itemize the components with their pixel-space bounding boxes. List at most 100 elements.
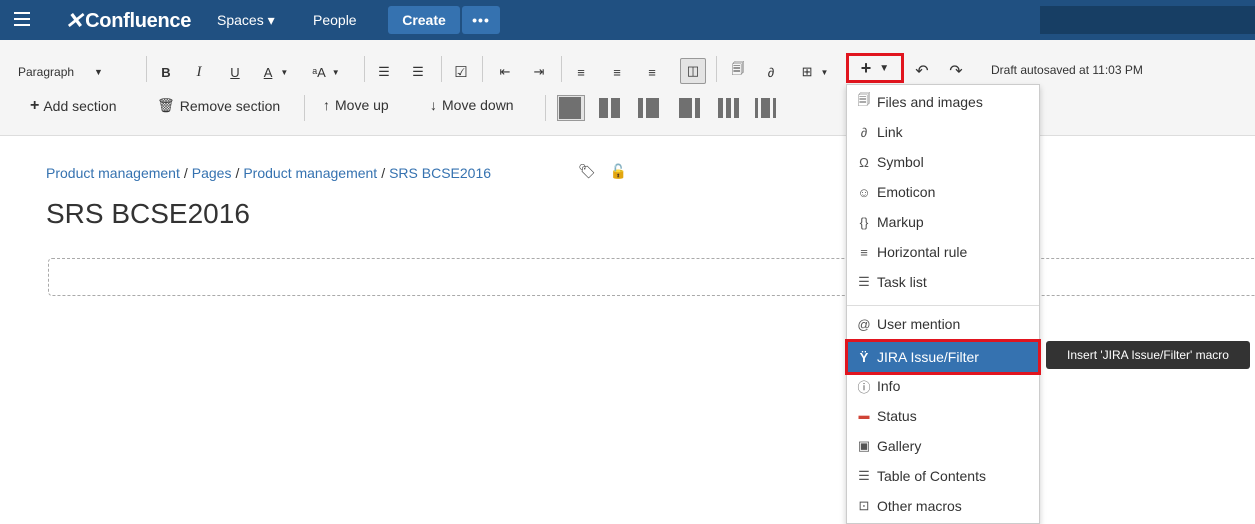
table-dropdown[interactable]: ⊞ ▼: [797, 61, 833, 83]
menu-item-emoticon[interactable]: ☺ Emoticon: [847, 178, 1039, 206]
page-layout-icon[interactable]: ◫: [680, 58, 706, 84]
layout-two-left-sidebar[interactable]: [638, 98, 659, 118]
link-icon[interactable]: ∂: [763, 61, 779, 83]
arrow-down-icon: ↓: [430, 97, 437, 113]
move-down-button[interactable]: ↓ Move down: [430, 97, 514, 113]
menu-item-other-macros[interactable]: ⊡ Other macros: [847, 492, 1039, 520]
autosave-status: Draft autosaved at 11:03 PM: [991, 63, 1143, 77]
align-center-icon[interactable]: ≡: [609, 61, 625, 83]
indent-icon[interactable]: ⇥: [531, 61, 547, 83]
breadcrumb-item[interactable]: SRS BCSE2016: [389, 165, 491, 181]
nav-people[interactable]: People: [313, 12, 357, 28]
macros-icon: ⊡: [858, 498, 870, 513]
status-icon: ▬: [858, 410, 870, 422]
editor-content-area[interactable]: [48, 258, 1255, 296]
text-color-button[interactable]: A ▼: [261, 61, 291, 83]
jira-icon: Ÿ: [859, 349, 869, 365]
menu-icon[interactable]: [14, 12, 30, 26]
menu-item-label: Symbol: [877, 154, 924, 170]
menu-item-files-images[interactable]: 🗐 Files and images: [847, 88, 1039, 116]
align-left-icon[interactable]: ≡: [573, 61, 589, 83]
remove-section-button[interactable]: 🗑 Remove section: [157, 97, 280, 114]
chevron-down-icon: ▼: [879, 62, 890, 74]
hr-icon: ≡: [860, 244, 868, 260]
menu-item-label: Link: [877, 124, 903, 140]
text-format-icon: ᵃA: [312, 64, 326, 80]
files-images-icon[interactable]: 🗐: [729, 60, 747, 82]
task-list-icon[interactable]: ☑: [453, 61, 469, 83]
menu-item-user-mention[interactable]: @ User mention: [847, 310, 1039, 338]
layout-three-sidebars[interactable]: [755, 98, 776, 118]
italic-button[interactable]: I: [191, 61, 207, 83]
layout-two-equal[interactable]: [599, 98, 620, 118]
toolbar-divider: [482, 56, 483, 82]
text-color-label: A: [263, 64, 273, 80]
paragraph-style-dropdown[interactable]: Paragraph ▼: [18, 61, 103, 83]
menu-item-horizontal-rule[interactable]: ≡ Horizontal rule: [847, 238, 1039, 266]
breadcrumb-item[interactable]: Product management: [46, 165, 180, 181]
unlock-icon[interactable]: 🔓: [610, 163, 627, 179]
add-section-button[interactable]: + Add section: [30, 97, 117, 115]
chevron-down-icon: ▼: [94, 67, 103, 77]
menu-item-table-of-contents[interactable]: ☰ Table of Contents: [847, 462, 1039, 490]
confluence-logo[interactable]: ✕ Confluence: [65, 8, 191, 34]
redo-icon[interactable]: ↷: [948, 60, 964, 82]
menu-item-label: Files and images: [877, 94, 983, 110]
breadcrumb-item[interactable]: Pages: [192, 165, 232, 181]
create-button[interactable]: Create: [388, 6, 460, 34]
menu-item-symbol[interactable]: Ω Symbol: [847, 148, 1039, 176]
menu-item-label: Emoticon: [877, 184, 936, 200]
menu-item-jira-issue-filter[interactable]: Ÿ JIRA Issue/Filter: [845, 339, 1041, 375]
omega-icon: Ω: [859, 154, 869, 170]
insert-more-content-button[interactable]: + ▼: [846, 53, 904, 83]
layout-three-equal[interactable]: [718, 98, 739, 118]
move-up-label: Move up: [335, 97, 389, 113]
at-icon: @: [857, 316, 871, 332]
undo-icon[interactable]: ↶: [914, 60, 930, 82]
align-right-icon[interactable]: ≡: [644, 61, 660, 83]
menu-item-label: User mention: [877, 316, 961, 332]
menu-item-gallery[interactable]: ▣ Gallery: [847, 432, 1039, 460]
layout-single-column[interactable]: [557, 95, 585, 121]
page-title[interactable]: SRS BCSE2016: [46, 198, 250, 230]
chevron-down-icon: ▼: [331, 67, 340, 77]
menu-item-link[interactable]: ∂ Link: [847, 118, 1039, 146]
menu-item-label: Status: [877, 408, 917, 424]
underline-button[interactable]: U: [227, 61, 243, 83]
menu-item-markup[interactable]: {} Markup: [847, 208, 1039, 236]
more-button[interactable]: •••: [462, 6, 500, 34]
nav-spaces[interactable]: Spaces ▾: [217, 12, 275, 29]
breadcrumb-item[interactable]: Product management: [243, 165, 377, 181]
bullet-list-icon[interactable]: ☰: [376, 61, 392, 83]
outdent-icon[interactable]: ⇤: [497, 61, 513, 83]
text-formatting-dropdown[interactable]: ᵃA ▼: [306, 61, 346, 83]
menu-item-label: Task list: [877, 274, 927, 290]
search-input[interactable]: [1040, 6, 1255, 34]
insert-more-content-menu: 🗐 Files and images ∂ Link Ω Symbol ☺ Emotico…: [845, 84, 1041, 524]
breadcrumb-separator: /: [183, 165, 188, 181]
paragraph-label: Paragraph: [18, 65, 75, 79]
label-tag-icon[interactable]: 🏷: [578, 163, 596, 179]
move-down-label: Move down: [442, 97, 514, 113]
plus-icon: +: [860, 57, 872, 78]
toolbar-divider: [146, 56, 147, 82]
layout-two-right-sidebar[interactable]: [679, 98, 700, 118]
breadcrumb-separator: /: [235, 165, 240, 181]
bold-button[interactable]: B: [158, 61, 174, 83]
breadcrumb-separator: /: [381, 165, 386, 181]
smiley-icon: ☺: [857, 184, 871, 200]
menu-divider: [847, 305, 1039, 306]
add-section-label: Add section: [43, 98, 117, 114]
toolbar-divider: [441, 56, 442, 82]
menu-item-label: Horizontal rule: [877, 244, 968, 260]
info-icon: ⓘ: [857, 379, 871, 395]
breadcrumb: Product management / Pages / Product managem…: [46, 165, 491, 181]
menu-item-info[interactable]: ⓘ Info: [847, 372, 1039, 400]
menu-item-status[interactable]: ▬ Status: [847, 402, 1039, 430]
numbered-list-icon[interactable]: ☰: [410, 61, 426, 83]
menu-item-task-list[interactable]: ☰ Task list: [847, 268, 1039, 296]
chevron-down-icon: ▼: [280, 67, 289, 77]
move-up-button[interactable]: ↑ Move up: [323, 97, 389, 113]
table-icon: ⊞: [801, 64, 813, 79]
toolbar-divider: [716, 56, 717, 82]
